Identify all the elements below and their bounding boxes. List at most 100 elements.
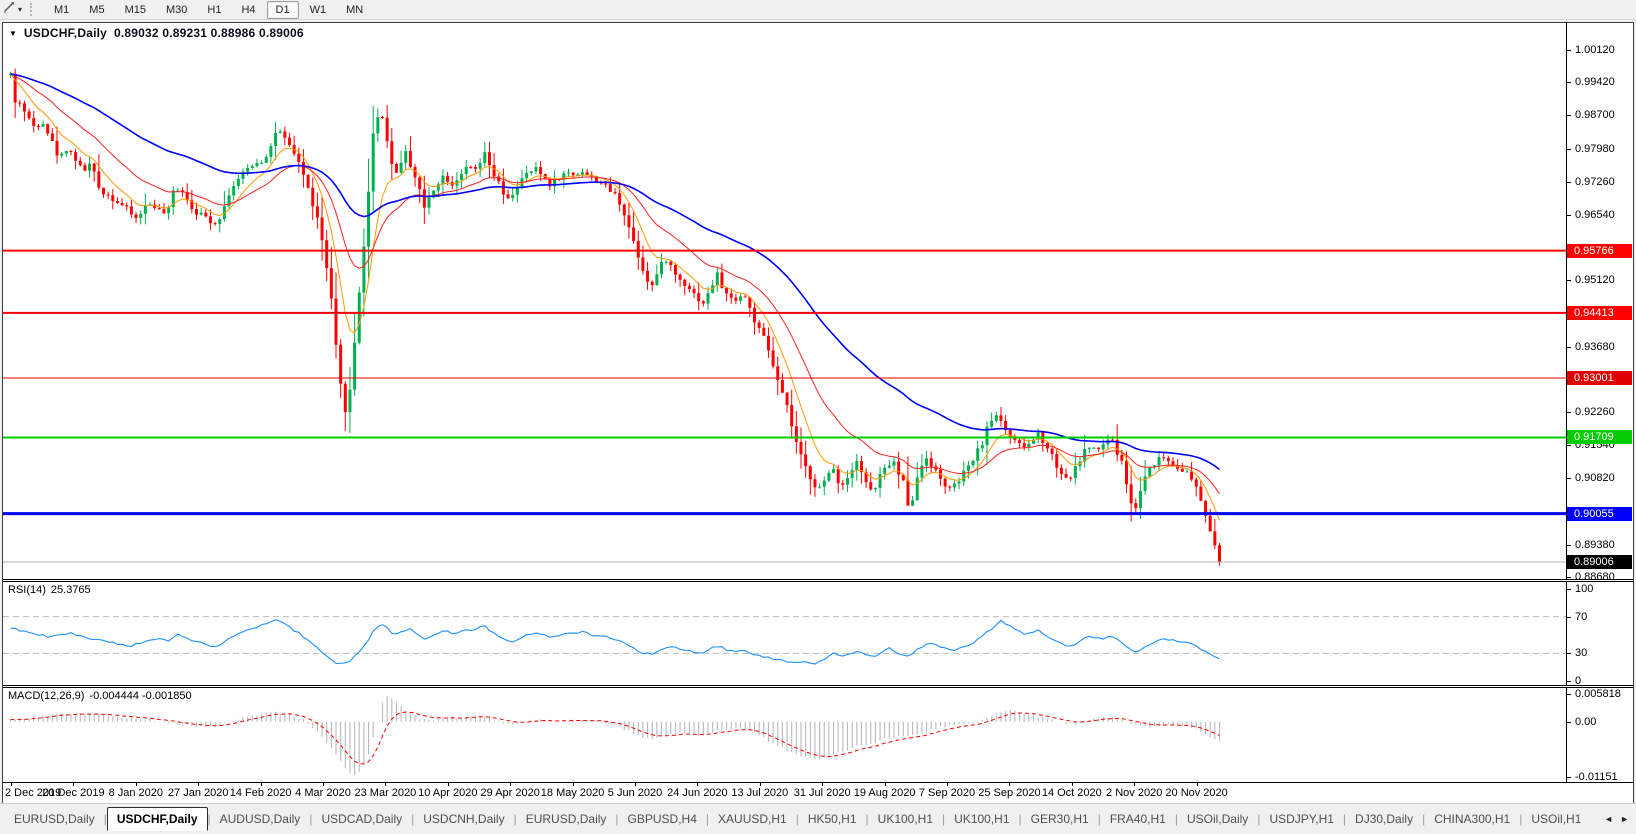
tab-fra40-h1[interactable]: FRA40,H1 bbox=[1101, 808, 1175, 830]
price-level-label[interactable]: 0.93001 bbox=[1567, 371, 1632, 385]
date-label: 29 Apr 2020 bbox=[481, 787, 540, 799]
axis-tick-mark bbox=[1567, 82, 1571, 83]
macd-pane: 0.005818 0.00 -0.01151 MACD(12,26,9) -0.00… bbox=[3, 688, 1633, 782]
date-tick-mark bbox=[947, 783, 948, 786]
price-axis[interactable]: 1.001200.994200.987000.979800.972600.965… bbox=[1566, 23, 1633, 579]
date-tick-mark bbox=[1134, 783, 1135, 786]
axis-tick-label: 0.95120 bbox=[1575, 274, 1615, 286]
collapse-icon[interactable]: ▼ bbox=[9, 29, 17, 38]
axis-tick-mark bbox=[1567, 347, 1571, 348]
date-tick-mark bbox=[697, 783, 698, 786]
timeframe-button-mn[interactable]: MN bbox=[337, 1, 372, 19]
date-label: 4 Mar 2020 bbox=[295, 787, 351, 799]
chart-title: ▼ USDCHF,Daily 0.89032 0.89231 0.88986 0… bbox=[9, 26, 304, 40]
tab-ger30-h1[interactable]: GER30,H1 bbox=[1022, 808, 1098, 830]
tab-gbpusd-h4[interactable]: GBPUSD,H4 bbox=[619, 808, 706, 830]
macd-axis[interactable]: 0.005818 0.00 -0.01151 bbox=[1566, 688, 1633, 782]
date-label: 19 Aug 2020 bbox=[854, 787, 916, 799]
date-label: 25 Sep 2020 bbox=[978, 787, 1040, 799]
date-label: 8 Jan 2020 bbox=[109, 787, 163, 799]
moving-average-55 bbox=[11, 74, 1220, 470]
price-level-label[interactable]: 0.95766 bbox=[1567, 244, 1632, 258]
tab-uk100-h1[interactable]: UK100,H1 bbox=[869, 808, 942, 830]
tab-uk100-h1[interactable]: UK100,H1 bbox=[945, 808, 1018, 830]
axis-tick-label: 0.98700 bbox=[1575, 109, 1615, 121]
tab-audusd-daily[interactable]: AUDUSD,Daily bbox=[211, 808, 310, 830]
date-label: 5 Jun 2020 bbox=[608, 787, 662, 799]
caret-down-icon[interactable]: ▾ bbox=[18, 5, 22, 14]
date-label: 2 Nov 2020 bbox=[1106, 787, 1162, 799]
price-level-label[interactable]: 0.91709 bbox=[1567, 430, 1632, 444]
axis-tick-mark bbox=[1567, 653, 1571, 654]
axis-tick-mark bbox=[1567, 115, 1571, 116]
axis-tick-label: 0.93680 bbox=[1575, 341, 1615, 353]
price-level-label[interactable]: 0.90055 bbox=[1567, 507, 1632, 521]
axis-tick-label: 0.88680 bbox=[1575, 571, 1615, 579]
timeframe-button-h4[interactable]: H4 bbox=[232, 1, 264, 19]
rsi-chart[interactable] bbox=[3, 582, 1566, 685]
axis-tick-mark bbox=[1567, 149, 1571, 150]
date-tick-mark bbox=[822, 783, 823, 786]
timeframe-button-d1[interactable]: D1 bbox=[267, 1, 299, 19]
timeframe-button-m5[interactable]: M5 bbox=[80, 1, 113, 19]
rsi-value: 25.3765 bbox=[51, 584, 91, 596]
timeframe-button-m1[interactable]: M1 bbox=[45, 1, 78, 19]
date-label: 24 Jun 2020 bbox=[667, 787, 728, 799]
moving-average-8 bbox=[11, 74, 1220, 521]
tab-scroll-right-icon[interactable]: ► bbox=[1620, 814, 1629, 824]
crosshair-tool-icon[interactable] bbox=[2, 0, 16, 19]
tab-usoil-daily[interactable]: USOil,Daily bbox=[1178, 808, 1257, 830]
tab-eurusd-daily[interactable]: EURUSD,Daily bbox=[5, 808, 104, 830]
date-tick-mark bbox=[885, 783, 886, 786]
date-tick-mark bbox=[1072, 783, 1073, 786]
macd-values: -0.004444 -0.001850 bbox=[89, 690, 191, 702]
timeframe-button-m15[interactable]: M15 bbox=[116, 1, 155, 19]
rsi-label: RSI(14) 25.3765 bbox=[8, 584, 91, 596]
tab-dj30-daily[interactable]: DJ30,Daily bbox=[1346, 808, 1422, 830]
price-level-label[interactable]: 0.89006 bbox=[1567, 555, 1632, 569]
rsi-name: RSI(14) bbox=[8, 584, 46, 596]
macd-name: MACD(12,26,9) bbox=[8, 690, 84, 702]
tab-usdjpy-h1[interactable]: USDJPY,H1 bbox=[1260, 808, 1342, 830]
axis-tick-mark bbox=[1567, 215, 1571, 216]
timeframe-button-w1[interactable]: W1 bbox=[301, 1, 336, 19]
time-axis[interactable]: 2 Dec 201920 Dec 20198 Jan 202027 Jan 20… bbox=[3, 783, 1633, 802]
rsi-axis[interactable]: 10070300 bbox=[1566, 582, 1633, 685]
macd-histogram bbox=[11, 696, 1220, 775]
tab-xauusd-h1[interactable]: XAUUSD,H1 bbox=[709, 808, 796, 830]
toolbar-grip[interactable] bbox=[30, 3, 36, 16]
date-label: 14 Feb 2020 bbox=[230, 787, 292, 799]
tab-scroll-left-icon[interactable]: ◄ bbox=[1604, 814, 1613, 824]
axis-tick-label: -0.01151 bbox=[1575, 771, 1618, 782]
axis-tick-label: 0.97260 bbox=[1575, 176, 1615, 188]
tab-eurusd-daily[interactable]: EURUSD,Daily bbox=[517, 808, 616, 830]
tab-usdcnh-daily[interactable]: USDCNH,Daily bbox=[414, 808, 513, 830]
axis-tick-mark bbox=[1567, 617, 1571, 618]
tab-usdcad-daily[interactable]: USDCAD,Daily bbox=[312, 808, 411, 830]
date-label: 20 Dec 2019 bbox=[42, 787, 104, 799]
axis-tick-label: 0.00 bbox=[1575, 716, 1596, 728]
axis-tick-label: 0.005818 bbox=[1575, 688, 1621, 700]
date-label: 10 Apr 2020 bbox=[418, 787, 477, 799]
timeframe-button-h1[interactable]: H1 bbox=[198, 1, 230, 19]
macd-chart[interactable] bbox=[3, 688, 1566, 782]
date-label: 13 Jul 2020 bbox=[731, 787, 788, 799]
axis-tick-label: 0.96540 bbox=[1575, 209, 1615, 221]
tab-usdchf-daily[interactable]: USDCHF,Daily bbox=[107, 807, 208, 831]
date-tick-mark bbox=[448, 783, 449, 786]
tab-usoil-h1[interactable]: USOil,H1 bbox=[1522, 808, 1590, 830]
timeframe-buttons: M1M5M15M30H1H4D1W1MN bbox=[45, 1, 374, 19]
tab-china300-h1[interactable]: CHINA300,H1 bbox=[1425, 808, 1519, 830]
axis-tick-mark bbox=[1567, 50, 1571, 51]
date-tick-mark bbox=[760, 783, 761, 786]
date-tick-mark bbox=[510, 783, 511, 786]
axis-tick-mark bbox=[1567, 722, 1571, 723]
timeframe-button-m30[interactable]: M30 bbox=[157, 1, 196, 19]
axis-tick-mark bbox=[1567, 777, 1571, 778]
candlestick-chart[interactable] bbox=[3, 23, 1566, 579]
price-level-label[interactable]: 0.94413 bbox=[1567, 306, 1632, 320]
tab-hk50-h1[interactable]: HK50,H1 bbox=[799, 808, 866, 830]
candlestick-series bbox=[9, 69, 1221, 566]
date-label: 7 Sep 2020 bbox=[919, 787, 975, 799]
axis-tick-label: 0.89380 bbox=[1575, 539, 1615, 551]
